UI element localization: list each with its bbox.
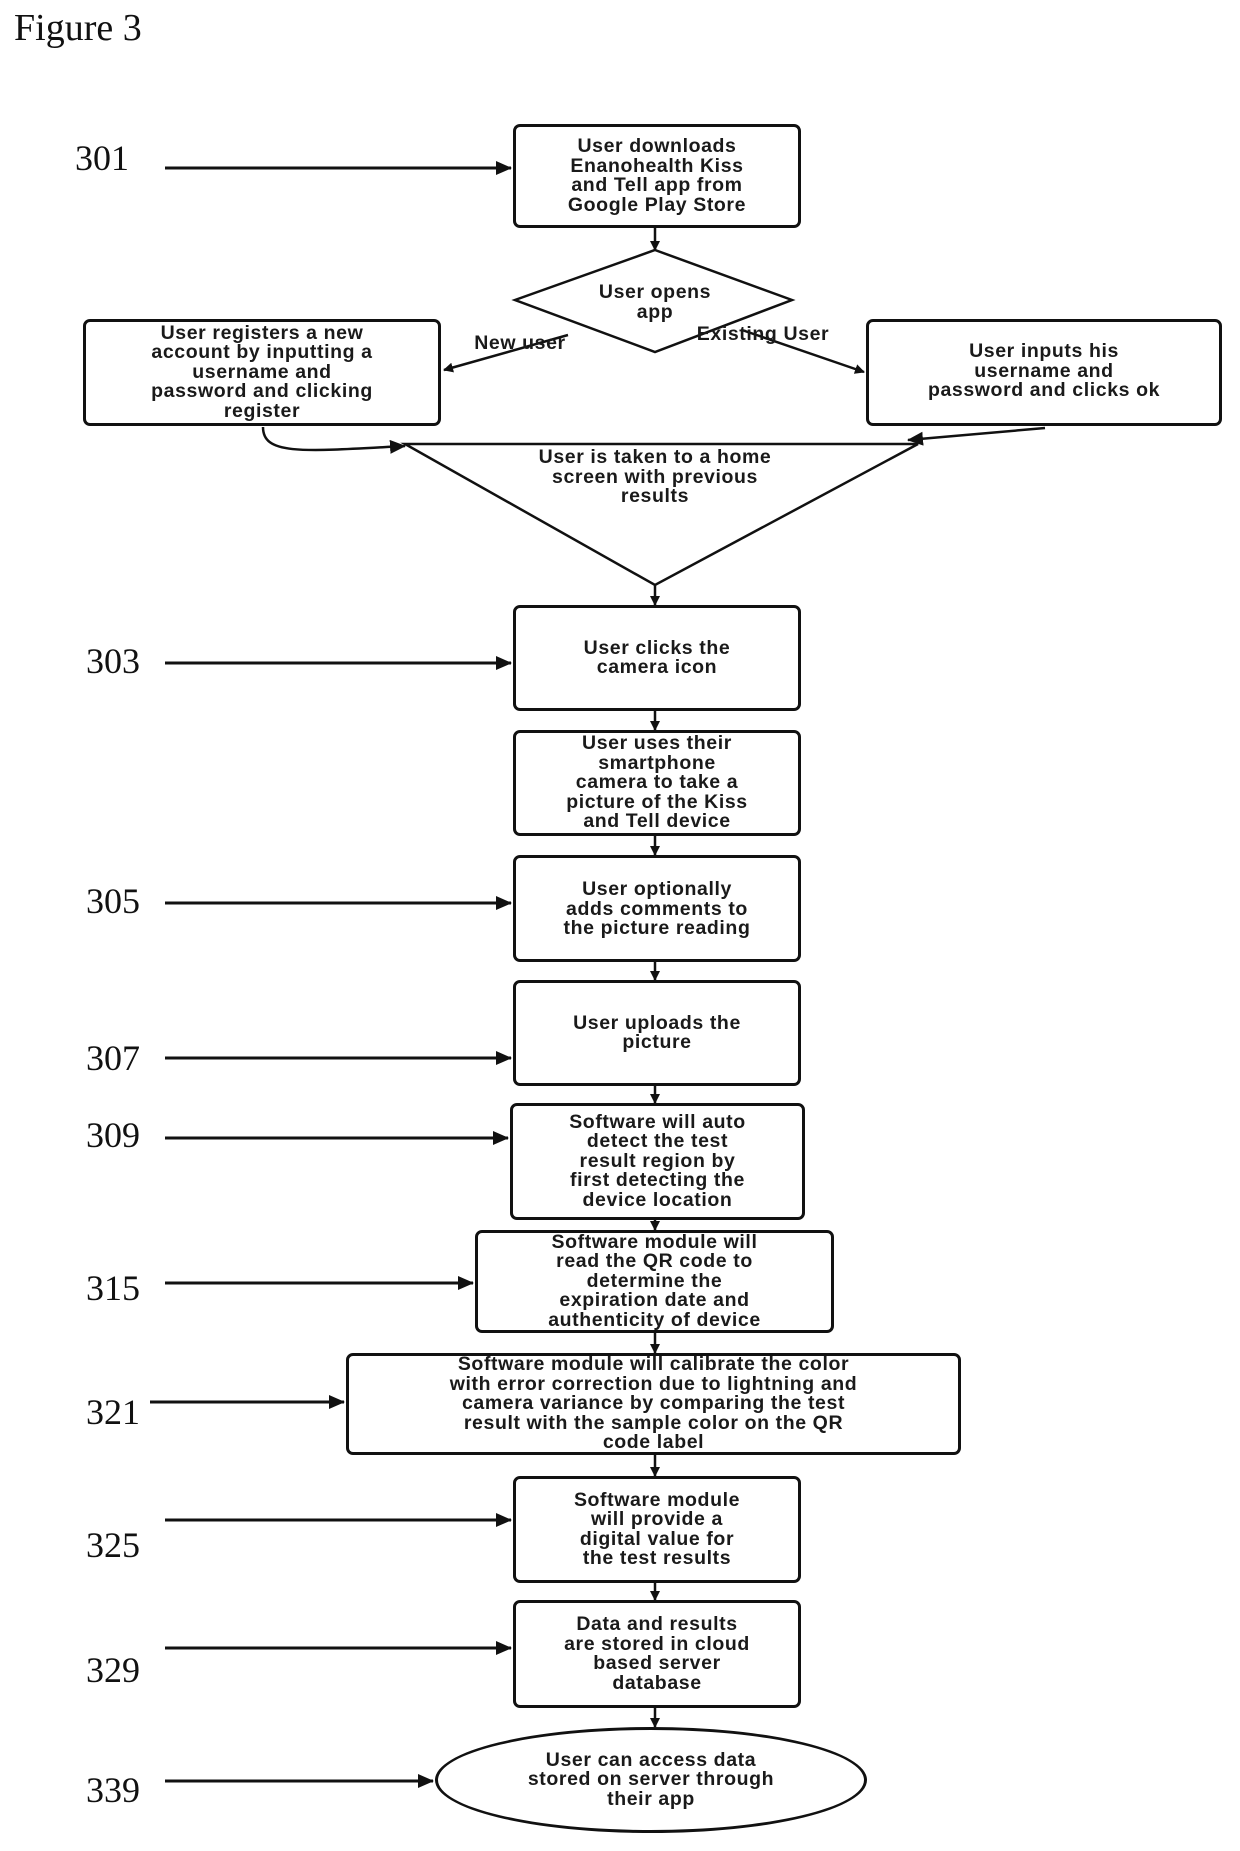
- ref-label-307: 307: [86, 1038, 140, 1078]
- node-login: User inputs his username and password an…: [866, 319, 1222, 426]
- ref-label-303: 303: [86, 641, 140, 681]
- edge-label-existing-user: Existing User: [696, 323, 830, 345]
- node-auto-detect: Software will auto detect the test resul…: [510, 1103, 805, 1220]
- ref-label-305: 305: [86, 881, 140, 921]
- node-home-screen: User is taken to a home screen with prev…: [538, 446, 772, 507]
- node-upload-picture: User uploads the picture: [513, 980, 801, 1086]
- node-add-comments: User optionally adds comments to the pic…: [513, 855, 801, 962]
- edge-label-new-user: New user: [474, 332, 566, 354]
- node-register-account: User registers a new account by inputtin…: [83, 319, 441, 426]
- ref-label-339: 339: [86, 1770, 140, 1810]
- node-store-data: Data and results are stored in cloud bas…: [513, 1600, 801, 1708]
- flow-arrow-login-to-home: [907, 426, 1046, 446]
- figure-title: Figure 3: [14, 7, 142, 49]
- node-read-qr-code: Software module will read the QR code to…: [475, 1230, 834, 1333]
- ref-label-301: 301: [75, 138, 129, 178]
- ref-label-315: 315: [86, 1268, 140, 1308]
- node-download-app: User downloads Enanohealth Kiss and Tell…: [513, 124, 801, 228]
- ref-label-329: 329: [86, 1650, 140, 1690]
- ref-label-309: 309: [86, 1115, 140, 1155]
- flowchart-canvas: Figure 3 301 303 305 307 309 315 321 325…: [0, 0, 1240, 1851]
- ref-label-325: 325: [86, 1525, 140, 1565]
- node-take-picture: User uses their smartphone camera to tak…: [513, 730, 801, 836]
- node-digital-value: Software module will provide a digital v…: [513, 1476, 801, 1583]
- flow-arrow-register-to-home: [261, 426, 406, 454]
- ref-label-321: 321: [86, 1392, 140, 1432]
- node-opens-app: User opens app: [598, 281, 712, 323]
- node-calibrate-color: Software module will calibrate the color…: [346, 1353, 961, 1455]
- node-click-camera-icon: User clicks the camera icon: [513, 605, 801, 711]
- node-access-data: User can access data stored on server th…: [435, 1727, 867, 1833]
